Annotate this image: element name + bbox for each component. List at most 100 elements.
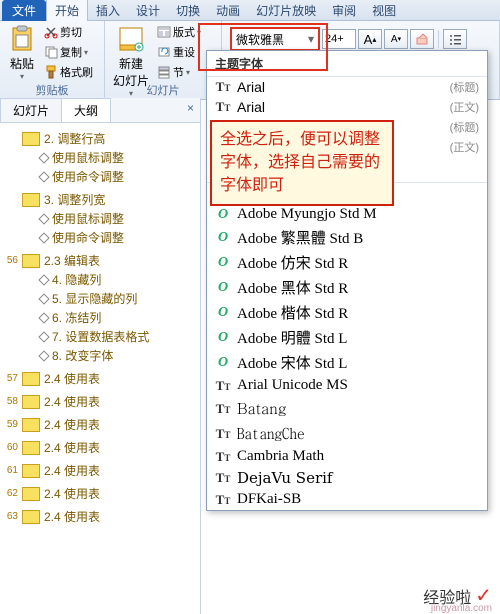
outline-item[interactable]: 7. 设置数据表格式 bbox=[40, 327, 200, 346]
tab-slideshow[interactable]: 幻灯片放映 bbox=[248, 0, 324, 21]
tab-outline[interactable]: 大纲 bbox=[61, 98, 111, 122]
outline-item[interactable]: 使用命令调整 bbox=[40, 228, 200, 247]
slide-thumb-icon bbox=[22, 510, 40, 524]
outline-item[interactable]: 6. 冻结列 bbox=[40, 308, 200, 327]
outline-section-head[interactable]: 632.4 使用表 bbox=[0, 507, 200, 526]
font-type-icon: O bbox=[215, 255, 231, 271]
font-type-icon: TT bbox=[215, 426, 231, 442]
reset-button[interactable]: 重设 bbox=[155, 43, 203, 61]
font-option[interactable]: OAdobe 明體 Std L bbox=[207, 325, 487, 350]
slide-thumb-icon bbox=[22, 418, 40, 432]
font-type-icon: TT bbox=[215, 449, 231, 465]
font-option[interactable]: OAdobe 仿宋 Std R bbox=[207, 250, 487, 275]
outline-section-head[interactable]: 2. 调整行高 bbox=[0, 129, 200, 148]
font-option[interactable]: OAdobe 繁黑體 Std B bbox=[207, 225, 487, 250]
cut-button[interactable]: 剪切 bbox=[42, 23, 95, 41]
font-type-icon: TT bbox=[215, 401, 231, 417]
outline-item[interactable]: 8. 改变字体 bbox=[40, 346, 200, 365]
font-type-icon: O bbox=[215, 230, 231, 246]
outline-section-head[interactable]: 562.3 编辑表 bbox=[0, 251, 200, 270]
clear-format-button[interactable] bbox=[410, 29, 434, 49]
slide-thumb-icon bbox=[22, 395, 40, 409]
slide-thumb-icon bbox=[22, 441, 40, 455]
font-type-icon: TT bbox=[215, 492, 231, 508]
reset-icon bbox=[157, 45, 171, 59]
font-option[interactable]: OAdobe Myungjo Std M bbox=[207, 204, 487, 225]
slide-thumb-icon bbox=[22, 132, 40, 146]
outline-tabs: 幻灯片 大纲 × bbox=[0, 98, 200, 123]
tab-home[interactable]: 开始 bbox=[46, 0, 88, 21]
outline-section-head[interactable]: 572.4 使用表 bbox=[0, 369, 200, 388]
font-family-combo[interactable]: 微软雅黑 ▾ bbox=[230, 27, 320, 51]
font-option[interactable]: TTArial(标题) bbox=[207, 77, 487, 97]
bullets-button[interactable] bbox=[443, 29, 467, 49]
tab-insert[interactable]: 插入 bbox=[88, 0, 128, 21]
tab-slides-thumb[interactable]: 幻灯片 bbox=[0, 98, 62, 122]
format-painter-button[interactable]: 格式刷 bbox=[42, 63, 95, 81]
close-icon[interactable]: × bbox=[181, 98, 200, 122]
new-slide-icon bbox=[117, 25, 145, 53]
outline-section-head[interactable]: 612.4 使用表 bbox=[0, 461, 200, 480]
outline-item[interactable]: 使用鼠标调整 bbox=[40, 148, 200, 167]
ribbon-tabs: 文件 开始 插入 设计 切换 动画 幻灯片放映 审阅 视图 bbox=[0, 0, 500, 21]
tab-file[interactable]: 文件 bbox=[2, 0, 46, 21]
outline-section-head[interactable]: 592.4 使用表 bbox=[0, 415, 200, 434]
layout-icon bbox=[157, 25, 171, 39]
font-type-icon: TT bbox=[215, 470, 231, 486]
outline-item[interactable]: 使用鼠标调整 bbox=[40, 209, 200, 228]
paste-icon bbox=[8, 25, 36, 53]
outline-section-head[interactable]: 622.4 使用表 bbox=[0, 484, 200, 503]
grow-font-button[interactable]: A▴ bbox=[358, 29, 382, 49]
font-option[interactable]: OAdobe 宋体 Std L bbox=[207, 350, 487, 375]
outline-item[interactable]: 4. 隐藏列 bbox=[40, 270, 200, 289]
cut-icon bbox=[44, 25, 58, 39]
tab-animations[interactable]: 动画 bbox=[208, 0, 248, 21]
copy-icon bbox=[44, 45, 58, 59]
watermark-url: jingyanla.com bbox=[431, 603, 492, 614]
font-option[interactable]: TTBatangChe bbox=[207, 421, 487, 446]
brush-icon bbox=[44, 65, 58, 79]
chevron-down-icon: ▾ bbox=[308, 32, 314, 46]
font-option[interactable]: TTArial Unicode MS bbox=[207, 375, 487, 396]
section-button[interactable]: 节▾ bbox=[155, 63, 203, 81]
outline-section-head[interactable]: 582.4 使用表 bbox=[0, 392, 200, 411]
slide-thumb-icon bbox=[22, 193, 40, 207]
outline-item[interactable]: 5. 显示隐藏的列 bbox=[40, 289, 200, 308]
tab-view[interactable]: 视图 bbox=[364, 0, 404, 21]
outline-body: 2. 调整行高使用鼠标调整使用命令调整3. 调整列宽使用鼠标调整使用命令调整56… bbox=[0, 123, 200, 532]
font-type-icon: O bbox=[215, 305, 231, 321]
font-option[interactable]: OAdobe 楷体 Std R bbox=[207, 300, 487, 325]
outline-section-head[interactable]: 602.4 使用表 bbox=[0, 438, 200, 457]
font-type-icon: O bbox=[215, 207, 231, 223]
tab-review[interactable]: 审阅 bbox=[324, 0, 364, 21]
paste-button[interactable]: 粘贴 ▾ bbox=[4, 23, 40, 83]
font-option[interactable]: TTDFKai-SB bbox=[207, 489, 487, 510]
layout-button[interactable]: 版式▾ bbox=[155, 23, 203, 41]
font-option[interactable]: TTBatang bbox=[207, 396, 487, 421]
tab-design[interactable]: 设计 bbox=[128, 0, 168, 21]
slide-thumb-icon bbox=[22, 487, 40, 501]
font-dropdown-header-theme: 主题字体 bbox=[207, 51, 487, 77]
outline-item[interactable]: 使用命令调整 bbox=[40, 167, 200, 186]
copy-button[interactable]: 复制▾ bbox=[42, 43, 95, 61]
slide-thumb-icon bbox=[22, 464, 40, 478]
font-type-icon: TT bbox=[215, 99, 231, 115]
tab-transitions[interactable]: 切换 bbox=[168, 0, 208, 21]
font-type-icon: O bbox=[215, 280, 231, 296]
font-size-combo[interactable]: 24+ bbox=[322, 29, 356, 49]
shrink-font-button[interactable]: A▾ bbox=[384, 29, 408, 49]
section-icon bbox=[157, 65, 171, 79]
font-type-icon: TT bbox=[215, 79, 231, 95]
group-label-clipboard: 剪贴板 bbox=[0, 82, 104, 98]
group-clipboard: 粘贴 ▾ 剪切 复制▾ 格式刷 剪贴板 bbox=[0, 21, 105, 99]
font-option[interactable]: TTArial(正文) bbox=[207, 97, 487, 117]
font-option[interactable]: OAdobe 黑体 Std R bbox=[207, 275, 487, 300]
callout-box: 全选之后，便可以调整字体，选择自己需要的字体即可 bbox=[210, 120, 394, 206]
outline-pane: 幻灯片 大纲 × 2. 调整行高使用鼠标调整使用命令调整3. 调整列宽使用鼠标调… bbox=[0, 98, 201, 614]
font-type-icon: TT bbox=[215, 378, 231, 394]
font-option[interactable]: TTDejaVu Serif bbox=[207, 467, 487, 489]
font-option[interactable]: TTCambria Math bbox=[207, 446, 487, 467]
group-label-slides: 幻灯片 bbox=[105, 82, 221, 98]
outline-section-head[interactable]: 3. 调整列宽 bbox=[0, 190, 200, 209]
paste-label: 粘贴 bbox=[10, 55, 34, 72]
